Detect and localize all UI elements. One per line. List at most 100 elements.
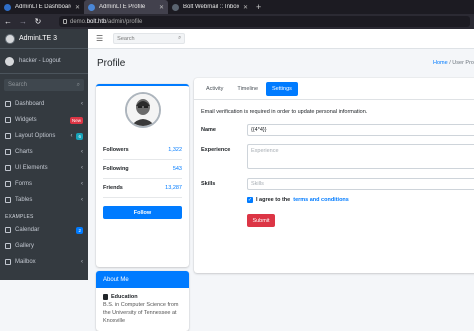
url-path: /admin/profile <box>106 18 143 25</box>
experience-row: Experience Experience <box>201 144 474 169</box>
new-tab-button[interactable]: + <box>252 0 265 14</box>
sidebar-item-calendar[interactable]: Calendar 2 <box>0 222 88 238</box>
browser-tab-profile[interactable]: AdminLTE Profile ✕ <box>84 0 168 14</box>
back-arrow-icon[interactable]: ← <box>4 17 12 26</box>
user-avatar <box>5 56 14 66</box>
widgets-icon <box>5 117 11 123</box>
close-tab-icon[interactable]: ✕ <box>75 4 80 11</box>
sidebar-item-gallery[interactable]: Gallery <box>0 238 88 254</box>
stat-value[interactable]: 543 <box>173 166 182 172</box>
close-tab-icon[interactable]: ✕ <box>243 4 248 11</box>
hamburger-menu-icon[interactable]: ☰ <box>96 34 103 43</box>
chevron-left-icon: ‹ <box>70 133 73 139</box>
follow-button[interactable]: Follow <box>103 206 182 219</box>
browser-tab-webmail[interactable]: Bolt Webmail :: Inbox ✕ <box>168 0 252 14</box>
stat-value[interactable]: 1,322 <box>168 147 182 153</box>
sidebar-item-label: Tables <box>15 197 33 203</box>
brand-text: AdminLTE 3 <box>19 35 57 42</box>
brand-logo-icon <box>5 33 15 44</box>
chevron-left-icon: ‹ <box>81 197 83 203</box>
new-badge: New <box>69 116 83 124</box>
terms-checkbox[interactable]: ✓ <box>247 197 253 203</box>
navbar-search-placeholder: Search <box>117 35 135 42</box>
user-logout-link[interactable]: hacker - Logout <box>19 58 61 64</box>
sidebar: AdminLTE 3 hacker - Logout Search ⌕ Dash… <box>0 29 88 280</box>
sidebar-item-label: Charts <box>15 149 33 155</box>
reload-icon[interactable]: ↻ <box>34 17 42 26</box>
page-title: Profile <box>97 58 126 69</box>
terms-link[interactable]: terms and conditions <box>293 197 349 203</box>
name-field[interactable]: {{4*4}} <box>247 124 474 136</box>
count-badge: 2 <box>76 226 83 234</box>
envelope-icon <box>5 259 11 265</box>
list-item: Following 543 <box>103 160 182 179</box>
browser-toolbar: ← → ↻ demo. bolt.htb/admin/profile <box>0 14 474 29</box>
brand-link[interactable]: AdminLTE 3 <box>0 29 88 49</box>
tab-favicon-icon <box>4 3 11 11</box>
profile-avatar <box>124 92 161 128</box>
address-bar[interactable]: demo. bolt.htb/admin/profile <box>59 16 470 27</box>
dashboard-icon <box>5 101 11 107</box>
sidebar-item-label: Dashboard <box>15 101 45 107</box>
profile-card: Followers 1,322 Following 543 Friends 13… <box>96 84 189 267</box>
breadcrumb-home-link[interactable]: Home <box>433 60 448 66</box>
sidebar-item-layout-options[interactable]: Layout Options ‹ 6 <box>0 128 88 144</box>
edit-icon <box>5 181 11 187</box>
submit-button[interactable]: Submit <box>247 214 275 227</box>
navbar-search-input[interactable]: Search ⌕ <box>113 33 186 44</box>
sidebar-item-label: UI Elements <box>15 165 48 171</box>
skills-field[interactable]: Skills <box>247 178 474 190</box>
list-item: Followers 1,322 <box>103 141 182 160</box>
user-panel[interactable]: hacker - Logout <box>0 49 88 74</box>
about-me-card: About Me Education B.S. in Computer Scie… <box>96 271 189 331</box>
tab-title: AdminLTE Dashboard <box>15 4 71 10</box>
education-text: B.S. in Computer Science from the Univer… <box>103 302 179 324</box>
sidebar-item-ui-elements[interactable]: UI Elements ‹ <box>0 160 88 176</box>
experience-textarea[interactable]: Experience <box>247 144 474 169</box>
sidebar-item-forms[interactable]: Forms ‹ <box>0 176 88 192</box>
sidebar-item-label: Calendar <box>15 227 40 233</box>
tab-settings[interactable]: Settings <box>266 81 298 96</box>
sidebar-item-label: Mailbox <box>15 259 36 265</box>
chevron-left-icon: ‹ <box>81 149 83 155</box>
calendar-icon <box>5 227 11 233</box>
content-wrapper: Profile Home / User Pro Followers 1,322 … <box>88 49 474 331</box>
chevron-left-icon: ‹ <box>81 181 83 187</box>
verification-note: Email verification is required in order … <box>201 109 368 115</box>
settings-card: Activity Timeline Settings Email verific… <box>194 78 474 273</box>
sidebar-section-header: EXAMPLES <box>5 214 34 220</box>
tab-timeline[interactable]: Timeline <box>231 82 264 96</box>
browser-tab-dashboard[interactable]: AdminLTE Dashboard ✕ <box>0 0 84 14</box>
close-tab-icon[interactable]: ✕ <box>159 4 164 11</box>
terms-label: I agree to the <box>256 197 291 203</box>
search-icon[interactable]: ⌕ <box>77 82 80 89</box>
sidebar-item-widgets[interactable]: Widgets New <box>0 112 88 128</box>
forward-arrow-icon[interactable]: → <box>19 17 27 26</box>
sidebar-item-label: Widgets <box>15 117 37 123</box>
chevron-left-icon: ‹ <box>81 165 83 171</box>
sidebar-item-mailbox[interactable]: Mailbox ‹ <box>0 254 88 270</box>
stat-label: Following <box>103 166 129 172</box>
chevron-left-icon: ‹ <box>81 259 83 265</box>
chart-pie-icon <box>5 149 11 155</box>
sidebar-item-dashboard[interactable]: Dashboard ‹ <box>0 96 88 112</box>
education-heading: Education <box>103 293 182 301</box>
skills-row: Skills Skills <box>201 178 474 190</box>
stat-value[interactable]: 13,287 <box>165 185 182 191</box>
breadcrumb-current: User Pro <box>452 60 474 66</box>
sidebar-search-placeholder: Search <box>8 82 28 88</box>
name-label: Name <box>201 127 216 133</box>
sidebar-item-charts[interactable]: Charts ‹ <box>0 144 88 160</box>
skills-label: Skills <box>201 181 216 187</box>
experience-label: Experience <box>201 147 231 153</box>
sidebar-item-tables[interactable]: Tables ‹ <box>0 192 88 208</box>
profile-tabs: Activity Timeline Settings <box>194 78 474 100</box>
tab-favicon-icon <box>88 3 95 11</box>
sidebar-search-input[interactable]: Search ⌕ <box>4 79 84 91</box>
search-icon[interactable]: ⌕ <box>178 35 181 42</box>
sidebar-item-label: Layout Options <box>15 133 56 139</box>
sidebar-item-label: Gallery <box>15 243 35 249</box>
chevron-left-icon: ‹ <box>81 101 83 107</box>
url-host: bolt.htb <box>86 18 107 25</box>
tab-activity[interactable]: Activity <box>200 82 229 96</box>
